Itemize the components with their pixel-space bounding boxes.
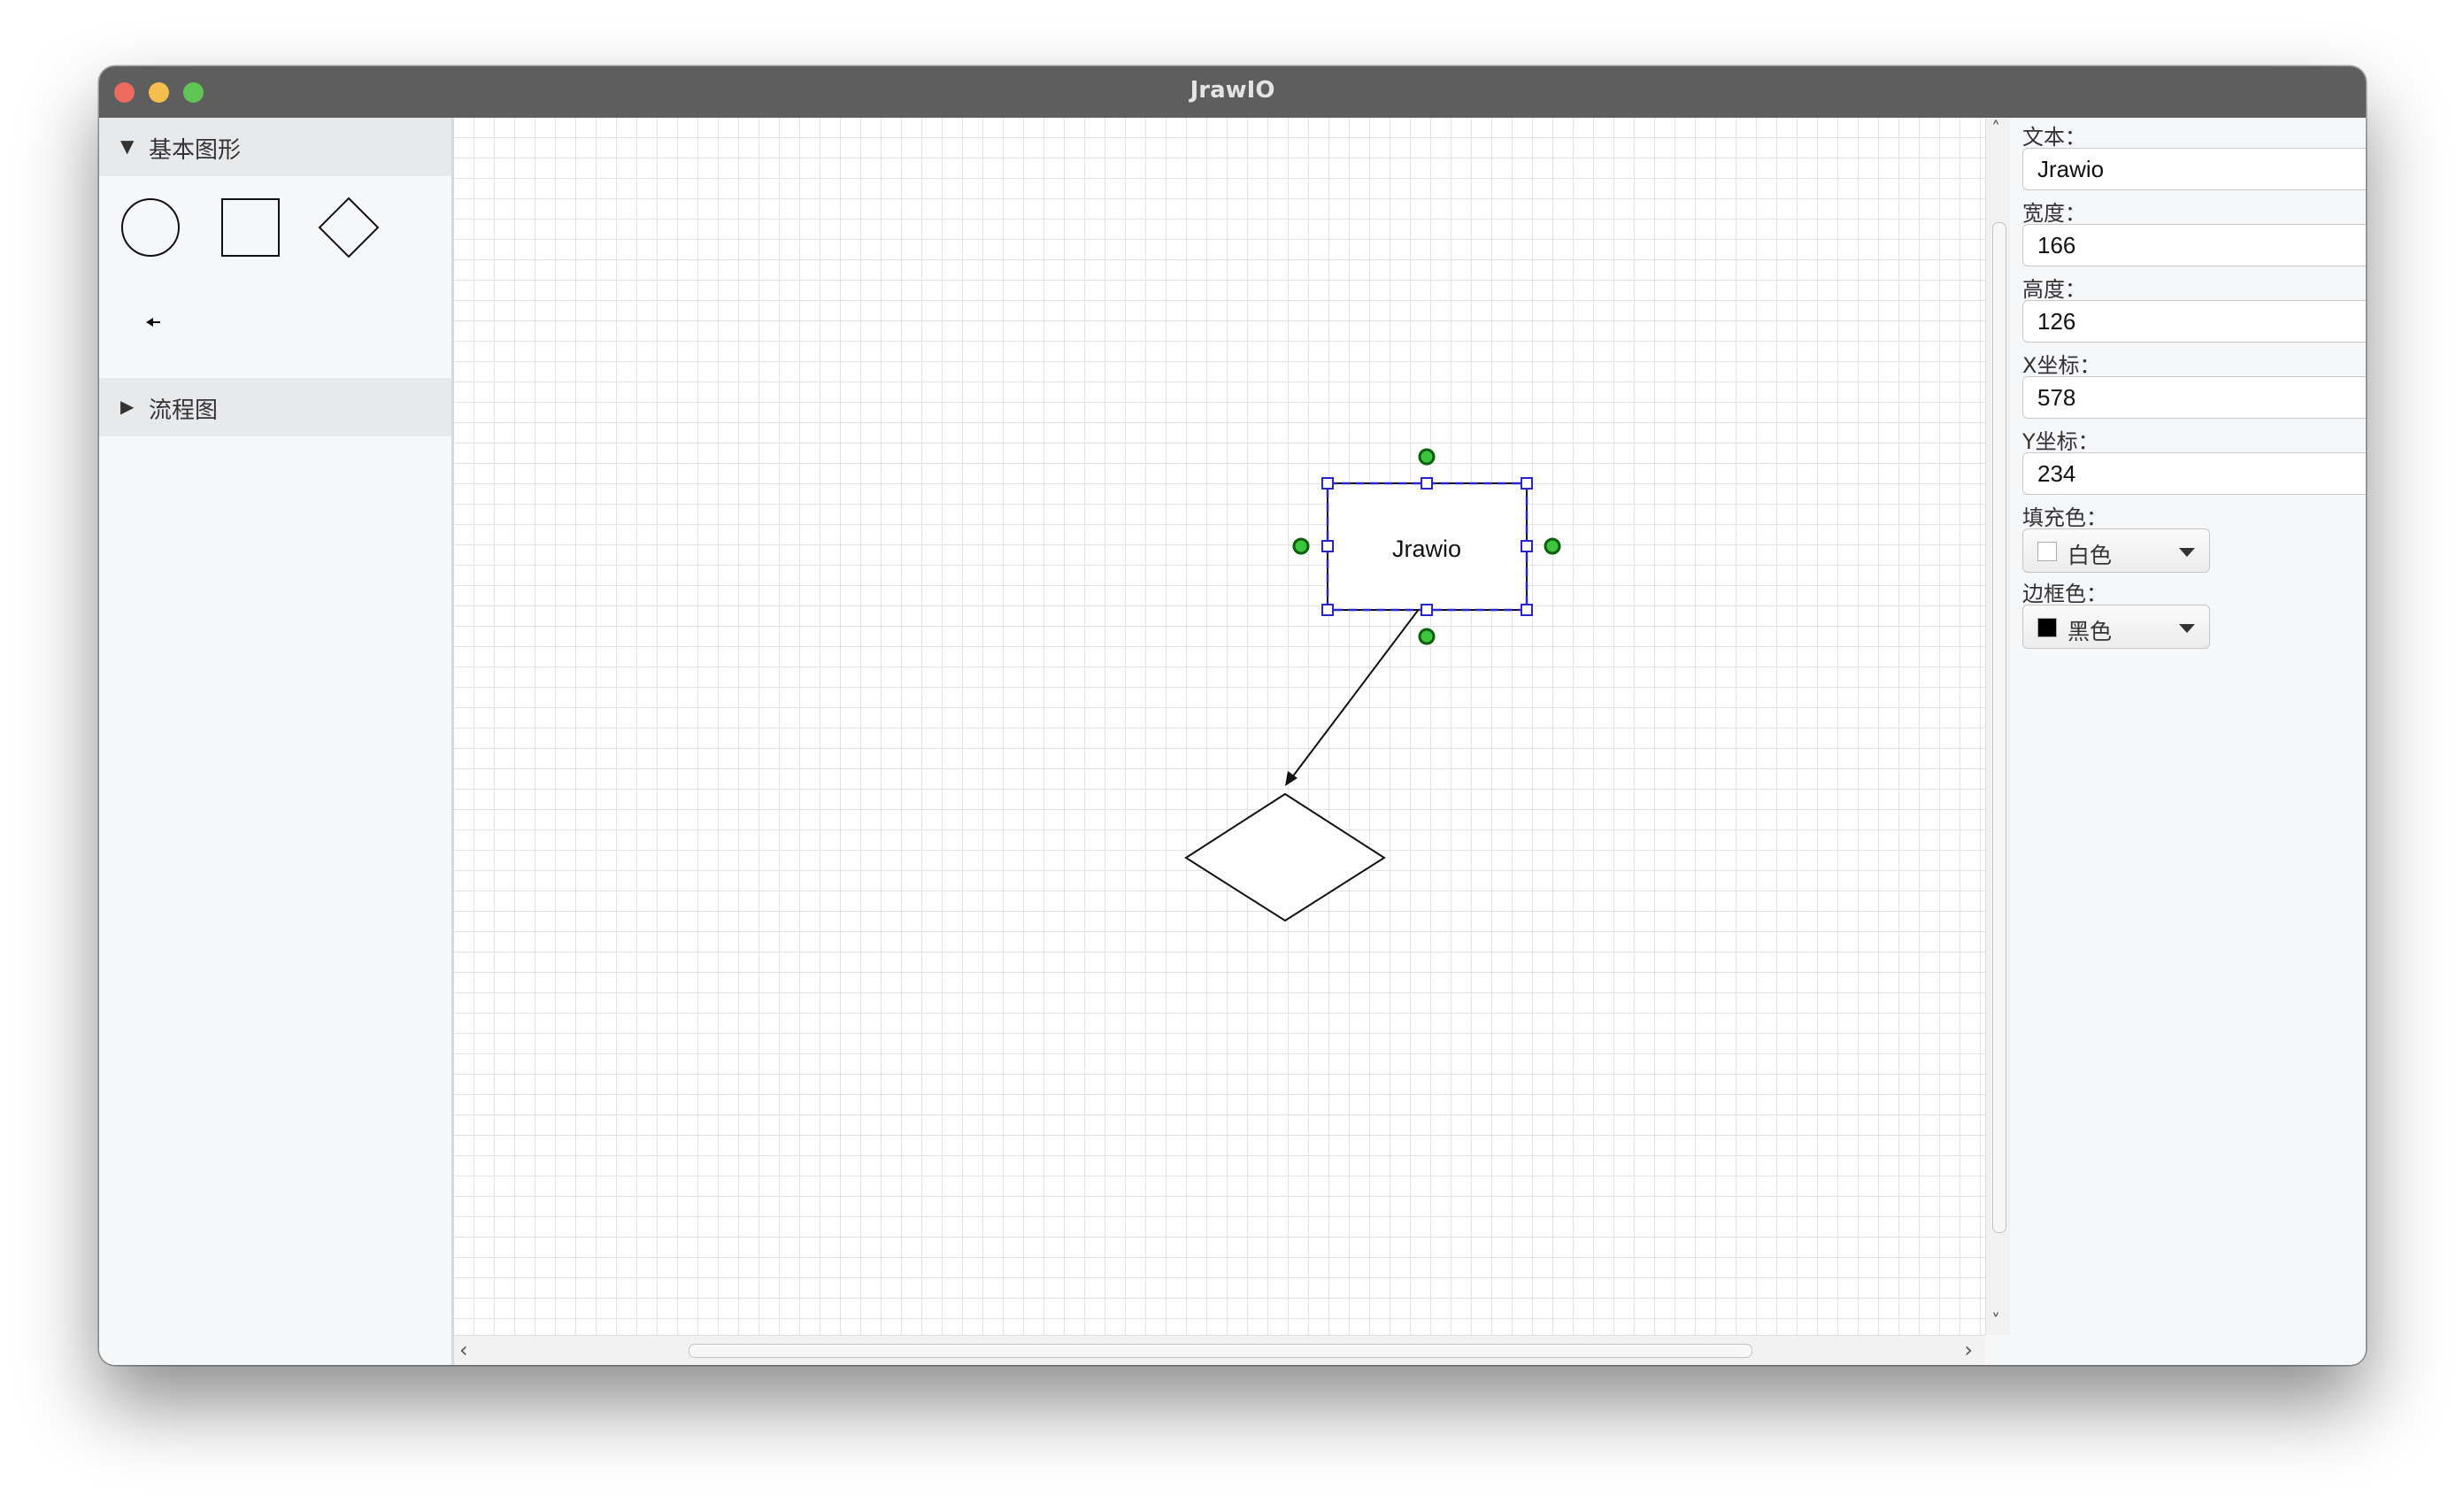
section-label: 流程图 [149,397,219,424]
anchor-right[interactable] [1544,537,1561,555]
expand-arrow-icon: ▼ [120,135,135,157]
diamond-icon[interactable] [317,196,381,259]
height-label: 高度： [2022,277,2086,302]
circle-icon[interactable] [119,196,182,259]
fill-color-swatch [2037,542,2057,561]
fill-color-select[interactable]: 白色 [2022,528,2210,573]
section-basic-shapes[interactable]: ▼ 基本图形 [99,118,451,176]
x-coordinate-field[interactable] [2022,376,2366,419]
border-color-label: 边框色： [2022,582,2107,606]
scroll-down-icon[interactable]: ˅ [1991,1310,2000,1331]
anchor-left[interactable] [1292,537,1310,555]
collapsed-arrow-icon: ▶ [120,396,135,417]
window-title: JrawIO [1190,77,1275,104]
anchor-bottom[interactable] [1418,628,1436,645]
border-color-select[interactable]: 黑色 [2022,605,2210,649]
section-label: 基本图形 [149,137,242,164]
properties-panel: 文本： 宽度： 高度： X坐标： Y坐标： 填充色： 白色 边框色： 黑色 [2010,118,2366,1365]
vertical-scrollbar[interactable]: ˄ ˅ [1985,118,2011,1335]
diamond-shape[interactable] [1184,792,1386,922]
anchor-top[interactable] [1418,448,1436,466]
horizontal-scrollbar[interactable]: ‹ › [454,1335,1985,1365]
width-field[interactable] [2022,224,2366,266]
chevron-down-icon [2179,548,2195,557]
section-flowchart[interactable]: ▶ 流程图 [99,378,451,436]
resize-handle-se[interactable] [1521,604,1533,616]
horizontal-scroll-thumb[interactable] [689,1344,1752,1358]
text-label: 文本： [2022,125,2086,150]
fill-color-value: 白色 [2067,543,2113,568]
scroll-right-icon[interactable]: › [1964,1338,1973,1362]
arrow-left-icon[interactable] [139,305,174,340]
canvas-drawing: Jrawio [1184,448,1561,922]
resize-handle-sw[interactable] [1321,604,1334,616]
resize-handle-n[interactable] [1421,477,1433,490]
y-coordinate-field[interactable] [2022,452,2366,495]
shape-text: Jrawio [1392,536,1461,562]
resize-handle-s[interactable] [1421,604,1433,616]
rectangle-icon[interactable] [219,196,282,259]
app-window: JrawIO ▼ 基本图形 ▶ 流程图 Jrawio ˄ ˅ ‹ › 文本： J… [99,66,2366,1365]
selected-rectangle[interactable]: Jrawio [1326,482,1528,612]
resize-handle-e[interactable] [1521,540,1533,552]
fill-color-label: 填充色： [2022,505,2107,530]
scroll-up-icon[interactable]: ˄ [1991,118,2000,139]
title-bar: JrawIO [99,66,2366,119]
shape-palette: ▼ 基本图形 ▶ 流程图 [99,118,454,1365]
border-color-swatch [2037,618,2057,637]
resize-handle-nw[interactable] [1321,477,1334,490]
y-coordinate-label: Y坐标： [2022,429,2099,454]
width-label: 宽度： [2022,201,2086,226]
border-color-value: 黑色 [2067,619,2113,644]
text-field[interactable] [2022,148,2366,190]
height-field[interactable] [2022,300,2366,343]
connector-line[interactable] [1289,604,1423,782]
drawing-canvas[interactable]: Jrawio [454,118,1985,1335]
chevron-down-icon [2179,624,2195,633]
resize-handle-ne[interactable] [1521,477,1533,490]
x-coordinate-label: X坐标： [2022,353,2101,378]
vertical-scroll-thumb[interactable] [1992,222,2006,1233]
resize-handle-w[interactable] [1321,540,1334,552]
scroll-left-icon[interactable]: ‹ [459,1338,468,1362]
